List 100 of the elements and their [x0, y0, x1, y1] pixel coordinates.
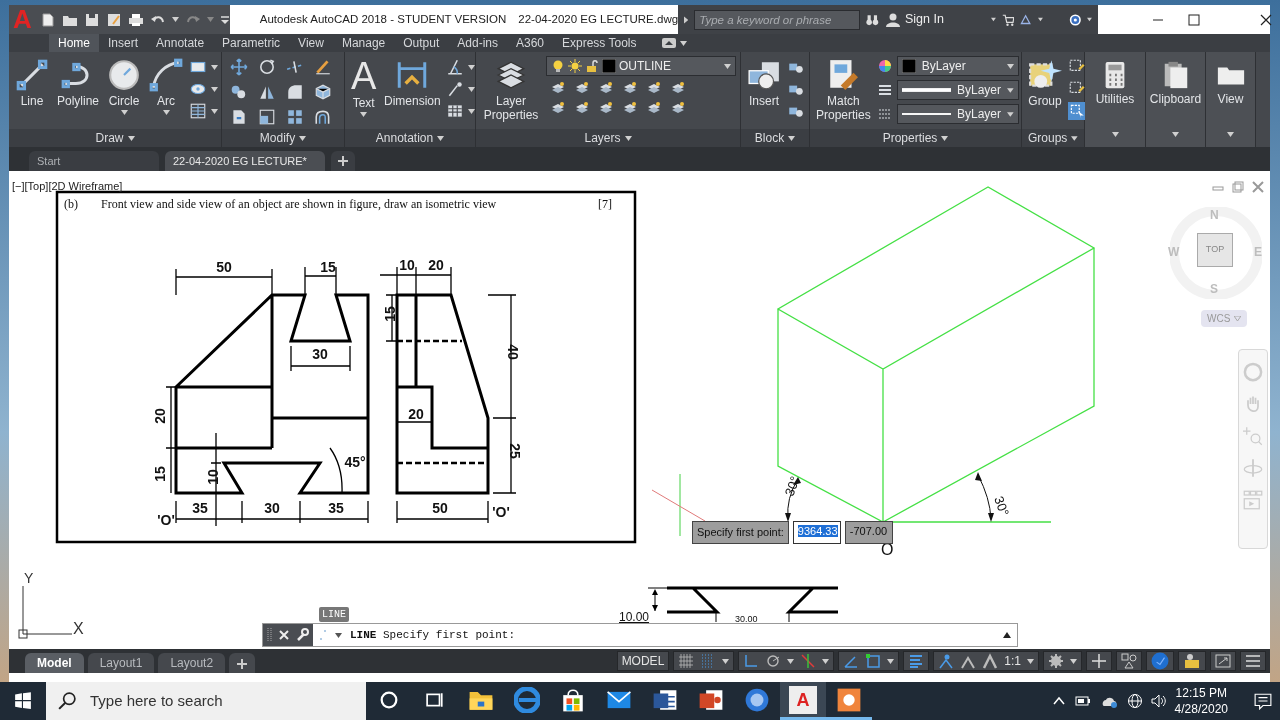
y-coordinate-field[interactable]: -707.00	[844, 521, 893, 544]
caret-icon[interactable]	[120, 110, 128, 115]
panel-title[interactable]: Groups	[1022, 129, 1084, 147]
ribbon-panel-button[interactable]: Utilities	[1085, 52, 1145, 147]
caret-icon[interactable]	[1007, 87, 1014, 93]
ribbon-tool-button[interactable]: Circle	[105, 56, 144, 129]
search-field[interactable]: Type a keyword or phrase	[694, 9, 861, 30]
layout-tab[interactable]: Model	[25, 653, 84, 673]
leader-icon[interactable]	[446, 80, 465, 98]
caret-icon[interactable]	[990, 17, 996, 22]
object-tracking-icon[interactable]	[843, 653, 860, 669]
layer-dropdown[interactable]: OUTLINE	[546, 56, 736, 76]
caret-icon[interactable]	[299, 135, 307, 141]
caret-icon[interactable]	[1037, 17, 1043, 22]
ribbon-tab[interactable]: View	[289, 34, 333, 52]
color-wheel-icon[interactable]	[876, 58, 893, 74]
caret-icon[interactable]	[787, 658, 795, 664]
ribbon-tool-button[interactable]: Line	[13, 56, 51, 129]
caret-icon[interactable]	[788, 135, 796, 141]
clock-time[interactable]: 12:15 PM	[1174, 685, 1228, 701]
search-input[interactable]: Type here to search	[88, 688, 348, 714]
speaker-icon[interactable]	[1150, 693, 1167, 709]
gear-icon[interactable]	[1048, 653, 1064, 669]
caret-icon[interactable]	[211, 86, 219, 92]
layer-tool-icon[interactable]	[646, 100, 662, 116]
file-tab[interactable]: Start	[29, 151, 159, 171]
caret-icon[interactable]	[468, 64, 476, 70]
caret-icon[interactable]	[1071, 135, 1078, 141]
linetype-icon[interactable]	[876, 106, 893, 122]
caret-icon[interactable]	[437, 135, 445, 141]
fullscreen-icon[interactable]	[1215, 653, 1231, 669]
caret-icon[interactable]	[679, 40, 687, 46]
ribbon-tool-button[interactable]: A Text	[349, 56, 379, 129]
globe-icon[interactable]	[1126, 693, 1143, 709]
panel-title[interactable]: Modify	[222, 129, 344, 147]
expand-arrow-icon[interactable]	[684, 14, 689, 25]
layer-tool-icon[interactable]	[646, 80, 662, 96]
ribbon-tab[interactable]: Parametric	[213, 34, 290, 52]
layout-tab[interactable]: Layout1	[87, 653, 155, 673]
ribbon-panel-button[interactable]: View	[1206, 52, 1255, 147]
layer-tool-icon[interactable]	[574, 100, 590, 116]
layer-tool-icon[interactable]	[622, 80, 638, 96]
isodraft-icon[interactable]	[800, 653, 817, 669]
x-coordinate-field[interactable]: 9364.33	[792, 521, 841, 544]
new-tab-button[interactable]	[331, 151, 355, 171]
array-icon[interactable]	[286, 108, 304, 126]
lineweight-dropdown[interactable]: ByLayer	[896, 80, 1019, 100]
taskbar-app[interactable]: A	[780, 682, 826, 720]
ribbon-tool-button[interactable]: Arc	[147, 56, 186, 129]
maximize-icon[interactable]	[1188, 13, 1201, 26]
ribbon-tab[interactable]: A360	[507, 34, 553, 52]
brush-icon[interactable]	[314, 58, 332, 76]
caret-icon[interactable]	[941, 135, 949, 141]
ribbon-tab[interactable]: Home	[49, 34, 99, 52]
stretch-icon[interactable]	[230, 108, 248, 126]
caret-icon[interactable]	[1006, 63, 1014, 69]
panel-toggle-icon[interactable]	[661, 38, 676, 48]
annotation-visibility-icon[interactable]	[938, 653, 955, 669]
panel-title[interactable]: Draw	[9, 129, 221, 147]
linetype-dropdown[interactable]: ByLayer	[896, 104, 1019, 124]
caret-icon[interactable]	[1070, 658, 1077, 664]
viewport-controls[interactable]: [−][Top][2D Wireframe]	[12, 178, 123, 195]
menu-icon[interactable]	[1245, 653, 1261, 669]
layer-tool-icon[interactable]	[622, 100, 638, 116]
clock-date[interactable]: 4/28/2020	[1174, 701, 1228, 717]
layer-tool-icon[interactable]	[550, 80, 566, 96]
isolate-objects-icon[interactable]	[1183, 653, 1201, 669]
cube-icon[interactable]	[314, 83, 332, 101]
close-icon[interactable]	[1260, 13, 1273, 26]
save-as-icon[interactable]	[105, 11, 122, 28]
caret-icon[interactable]	[1007, 111, 1014, 117]
panel-title[interactable]: Block	[741, 129, 809, 147]
taskbar-search-field[interactable]: Type here to search	[46, 682, 366, 720]
annotation-scale[interactable]: 1:1	[1004, 652, 1021, 670]
ribbon-tab[interactable]: Annotate	[147, 34, 214, 52]
caret-icon[interactable]	[887, 658, 895, 664]
sign-in-button[interactable]: Sign In	[884, 10, 944, 29]
layer-tool-icon[interactable]	[598, 80, 614, 96]
caret-icon[interactable]	[1227, 132, 1234, 137]
ribbon-tool-button[interactable]: Layer Properties	[480, 56, 542, 129]
caret-icon[interactable]	[162, 110, 170, 115]
battery-icon[interactable]	[1074, 693, 1091, 709]
new-layout-button[interactable]	[229, 653, 256, 673]
save-icon[interactable]	[83, 11, 100, 28]
panel-title[interactable]: Layers	[476, 129, 740, 147]
caret-icon[interactable]	[724, 63, 731, 69]
caret-icon[interactable]	[127, 135, 135, 141]
ribbon-tool-button[interactable]: Group	[1026, 56, 1064, 129]
caret-icon[interactable]	[1027, 658, 1034, 664]
ribbon-tool-button[interactable]: Insert	[745, 56, 783, 129]
group-select-icon[interactable]	[1068, 102, 1086, 120]
layer-tool-icon[interactable]	[574, 80, 590, 96]
panel-title[interactable]: Properties	[810, 129, 1021, 147]
caret-icon[interactable]	[360, 112, 368, 117]
layer-tool-icon[interactable]	[670, 100, 686, 116]
layout-tab[interactable]: Layout2	[158, 653, 226, 673]
caret-icon[interactable]	[468, 86, 476, 92]
hardware-acceleration-icon[interactable]	[1151, 652, 1169, 670]
caret-icon[interactable]	[211, 64, 219, 70]
ribbon-tool-button[interactable]: Dimension	[382, 56, 443, 129]
